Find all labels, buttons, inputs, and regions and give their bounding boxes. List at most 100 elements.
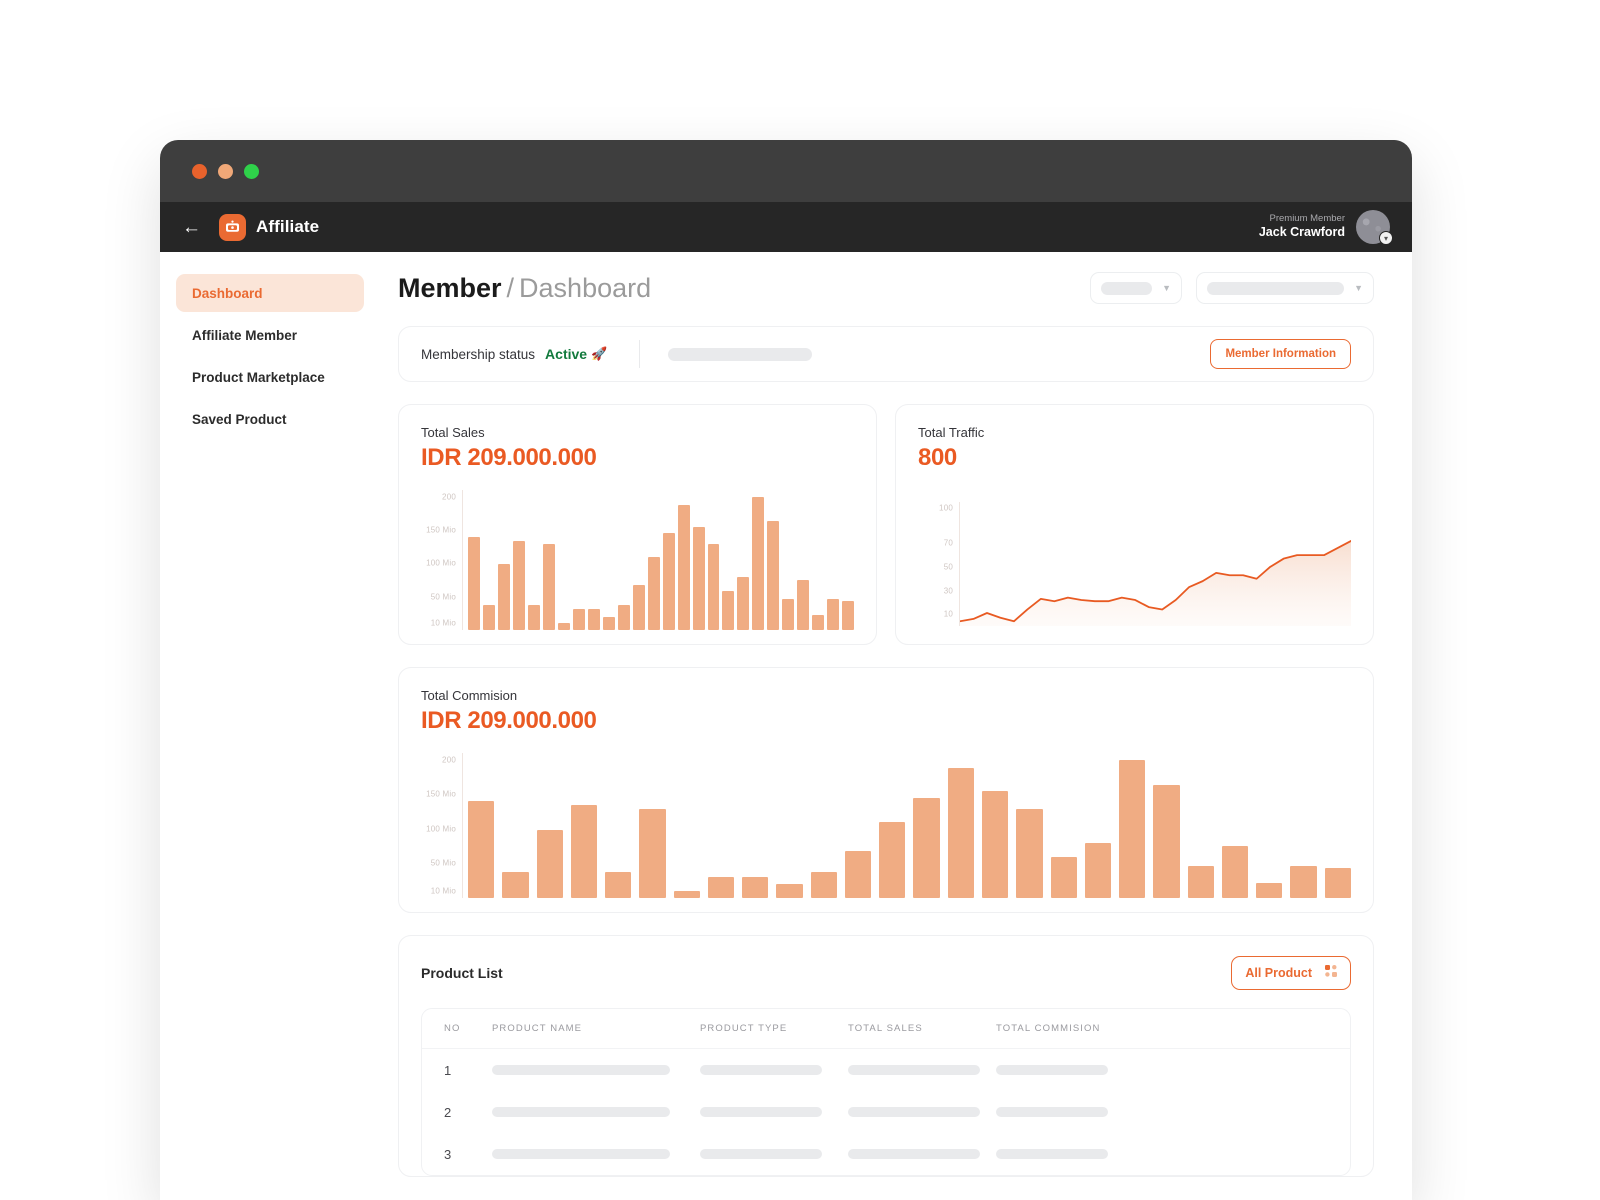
bar <box>1221 846 1249 898</box>
product-list-card: Product List All Product NO PRODUCT NAME… <box>398 935 1374 1177</box>
bar <box>482 604 495 630</box>
row-number: 3 <box>444 1146 452 1162</box>
table-row[interactable]: 1 <box>422 1049 1350 1091</box>
cell-placeholder <box>848 1065 980 1075</box>
chevron-down-icon: ▼ <box>1162 283 1171 293</box>
bar <box>512 540 525 630</box>
breadcrumb: Dashboard <box>519 272 652 303</box>
y-axis-tick: 200 <box>442 492 456 502</box>
back-arrow-icon[interactable]: ← <box>182 218 201 237</box>
total-sales-chart: 200 150 Mio 100 Mio 50 Mio 10 Mio <box>421 490 855 630</box>
total-sales-y-axis: 200 150 Mio 100 Mio 50 Mio 10 Mio <box>421 490 463 630</box>
table-cell <box>996 1149 1156 1159</box>
top-charts-row: Total Sales IDR 209.000.000 200 150 Mio 10… <box>398 404 1374 645</box>
filter-select-1[interactable]: ▼ <box>1090 272 1182 304</box>
status-placeholder <box>668 347 813 361</box>
y-axis-tick: 200 <box>442 755 456 765</box>
bar <box>468 536 480 630</box>
filter-select-2[interactable]: ▼ <box>1196 272 1374 304</box>
chevron-down-icon: ▼ <box>1354 283 1363 293</box>
bar <box>1119 759 1146 898</box>
bar <box>527 604 540 630</box>
product-list-header: Product List All Product <box>421 956 1351 990</box>
window-minimize-button[interactable] <box>218 163 233 179</box>
divider <box>639 340 641 368</box>
bar <box>647 556 660 630</box>
sidebar-item-dashboard[interactable]: Dashboard <box>176 274 364 312</box>
cell-placeholder <box>492 1065 670 1075</box>
profile-name: Jack Crawford <box>1258 225 1345 240</box>
y-axis-tick: 150 Mio <box>426 789 456 799</box>
app-topbar: ← Affiliate Premium Member Jack Crawford… <box>160 202 1412 252</box>
table-row[interactable]: 3 <box>422 1133 1350 1175</box>
total-sales-label: Total Sales <box>421 425 485 440</box>
table-row[interactable]: 2 <box>422 1091 1350 1133</box>
y-axis-tick: 50 <box>943 562 953 572</box>
membership-status-label: Membership status <box>421 346 536 362</box>
total-commision-card: Total Commision IDR 209.000.000 200 150 M… <box>398 667 1374 913</box>
column-header-total-commision: TOTAL COMMISION <box>996 1023 1101 1034</box>
main-content: Member / Dashboard ▼ ▼ Membership status A… <box>380 252 1412 1200</box>
profile-menu[interactable]: Premium Member Jack Crawford ▾ <box>1258 210 1393 245</box>
filter-select-2-value <box>1207 281 1345 295</box>
y-axis-tick: 10 Mio <box>430 618 456 628</box>
sidebar-item-label: Saved Product <box>192 411 287 427</box>
bar <box>1016 808 1043 898</box>
member-information-label: Member Information <box>1225 348 1336 360</box>
total-traffic-label: Total Traffic <box>918 425 985 440</box>
cell-placeholder <box>848 1107 980 1117</box>
bar <box>587 609 600 630</box>
bar <box>1256 882 1283 898</box>
sidebar-item-affiliate-member[interactable]: Affiliate Member <box>176 316 364 354</box>
table-cell <box>996 1107 1156 1117</box>
y-axis-tick: 10 <box>943 609 953 619</box>
column-header-product-name: PRODUCT NAME <box>492 1023 583 1034</box>
breadcrumb-separator: / <box>506 272 515 303</box>
column-header-product-type: PRODUCT TYPE <box>700 1023 788 1034</box>
total-sales-card: Total Sales IDR 209.000.000 200 150 Mio 10… <box>398 404 877 645</box>
table-cell <box>700 1149 848 1159</box>
header-controls: ▼ ▼ <box>1090 272 1374 304</box>
total-sales-bars <box>463 490 855 630</box>
sidebar-item-label: Affiliate Member <box>192 327 298 343</box>
total-sales-value: IDR 209.000.000 <box>421 444 597 471</box>
bar <box>1187 865 1214 898</box>
bar <box>752 496 765 630</box>
bar <box>844 851 872 898</box>
bar <box>602 616 615 630</box>
bar <box>707 876 735 898</box>
brand-name: Affiliate <box>256 217 320 236</box>
bar <box>812 615 825 630</box>
bar <box>617 604 630 630</box>
bar <box>782 598 795 630</box>
bar <box>842 601 855 630</box>
sidebar-item-label: Product Marketplace <box>192 369 325 385</box>
table-body: 1 2 3 <box>422 1049 1350 1175</box>
affiliate-robot-logo-icon <box>219 213 246 241</box>
chevron-down-icon[interactable]: ▾ <box>1379 231 1393 245</box>
sidebar-item-product-marketplace[interactable]: Product Marketplace <box>176 358 364 396</box>
table-cell <box>848 1065 996 1075</box>
cell-placeholder <box>492 1107 670 1117</box>
table-cell <box>700 1107 848 1117</box>
total-traffic-value: 800 <box>918 444 957 471</box>
bar <box>536 829 563 898</box>
y-axis-tick: 50 Mio <box>430 592 456 602</box>
window-maximize-button[interactable] <box>244 163 259 179</box>
member-information-button[interactable]: Member Information <box>1210 339 1351 369</box>
y-axis-tick: 30 <box>943 586 953 596</box>
bar <box>767 521 780 630</box>
sidebar-item-saved-product[interactable]: Saved Product <box>176 400 364 438</box>
all-product-button[interactable]: All Product <box>1231 956 1351 990</box>
cell-placeholder <box>700 1065 822 1075</box>
window-close-button[interactable] <box>192 163 207 179</box>
bar <box>692 526 705 630</box>
avatar[interactable]: ▾ <box>1356 210 1393 245</box>
cell-placeholder <box>492 1149 670 1159</box>
row-number: 2 <box>444 1104 452 1120</box>
bar <box>913 797 940 898</box>
table-cell <box>492 1107 700 1117</box>
bar <box>639 808 666 898</box>
bar <box>1324 868 1351 898</box>
bar <box>502 871 529 898</box>
